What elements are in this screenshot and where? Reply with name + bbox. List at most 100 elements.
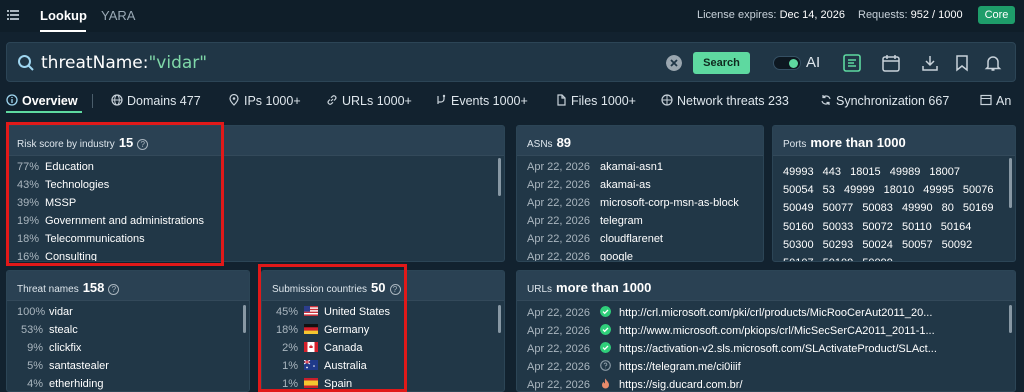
port-value[interactable]: 50049: [783, 202, 823, 214]
url-link[interactable]: https://activation-v2.sls.microsoft.com/…: [619, 343, 937, 355]
list-item[interactable]: 4% etherhiding: [17, 378, 103, 390]
port-value[interactable]: 50107: [783, 257, 823, 261]
url-link[interactable]: https://telegram.me/ci0iiif: [619, 361, 741, 373]
port-value[interactable]: 50077: [823, 202, 863, 214]
license-label: License expires:: [697, 9, 777, 21]
malicious-flame-icon: [602, 378, 609, 389]
menu-icon[interactable]: [7, 9, 19, 21]
row-date: Apr 22, 2026: [527, 251, 590, 262]
port-value[interactable]: 49989: [890, 166, 930, 178]
port-value[interactable]: 50083: [862, 202, 902, 214]
port-value[interactable]: 50169: [963, 202, 994, 214]
row-pct: 53%: [20, 324, 43, 336]
port-value[interactable]: 18010: [884, 184, 924, 196]
list-item[interactable]: Apr 22, 2026 cloudflarenet: [527, 233, 663, 245]
query-builder-icon[interactable]: [842, 53, 862, 73]
url-row[interactable]: Apr 22, 2026 https://activation-v2.sls.mi…: [527, 342, 937, 355]
tab-synchronization[interactable]: Synchronization 667: [820, 94, 949, 108]
port-value[interactable]: 50057: [902, 239, 942, 251]
url-link[interactable]: https://sig.ducard.com.br/: [619, 379, 743, 391]
port-value[interactable]: 49995: [923, 184, 963, 196]
port-value[interactable]: 80: [942, 202, 963, 214]
list-item[interactable]: Apr 22, 2026 telegram: [527, 215, 643, 227]
port-value[interactable]: 50300: [783, 239, 823, 251]
port-value[interactable]: 18015: [850, 166, 890, 178]
tab-an[interactable]: An: [980, 94, 1011, 108]
sync-icon: [821, 95, 831, 105]
port-value[interactable]: 50054: [783, 184, 823, 196]
list-item[interactable]: 100% vidar: [17, 306, 73, 318]
url-link[interactable]: http://www.microsoft.com/pkiops/crl/MicS…: [619, 325, 935, 337]
tab-overview[interactable]: Overview: [6, 94, 78, 108]
asns-panel-title: ASNs 89: [527, 135, 571, 150]
bell-icon[interactable]: [983, 53, 1003, 73]
port-value[interactable]: 443: [823, 166, 850, 178]
ports-list: 49993 443 18015 49989 18007 50054 53 499…: [783, 163, 998, 261]
bookmark-icon[interactable]: [952, 53, 972, 73]
scrollbar[interactable]: [498, 305, 501, 333]
list-item[interactable]: Apr 22, 2026 akamai-as: [527, 179, 651, 191]
plan-badge: Core: [978, 6, 1015, 24]
port-value[interactable]: 18007: [929, 166, 960, 178]
list-item[interactable]: Apr 22, 2026 akamai-asn1: [527, 161, 663, 173]
ai-label: AI: [806, 54, 821, 71]
tab-domains[interactable]: Domains 477: [111, 94, 201, 108]
ports-panel: Ports more than 1000 49993 443 18015 4998…: [772, 125, 1016, 262]
help-icon[interactable]: ?: [108, 284, 120, 295]
scrollbar[interactable]: [1009, 305, 1012, 333]
search-input[interactable]: threatName:"vidar": [41, 53, 207, 73]
search-button[interactable]: Search: [693, 52, 750, 74]
tab-ips-label: IPs 1000+: [244, 94, 301, 108]
list-item[interactable]: 9% clickfix: [17, 342, 81, 354]
port-value[interactable]: 50076: [963, 184, 994, 196]
tab-events[interactable]: Events 1000+: [435, 94, 528, 108]
list-item[interactable]: Apr 22, 2026 google: [527, 251, 634, 262]
port-value[interactable]: 49999: [844, 184, 884, 196]
tab-urls[interactable]: URLs 1000+: [326, 94, 412, 108]
port-value[interactable]: 50110: [902, 221, 941, 233]
port-value[interactable]: 49990: [902, 202, 942, 214]
port-value[interactable]: 50109: [823, 257, 863, 261]
port-value[interactable]: 50164: [941, 221, 972, 233]
tab-network-threats[interactable]: Network threats 233: [661, 94, 789, 108]
port-value[interactable]: 50092: [942, 239, 973, 251]
top-bar: Lookup YARA License expires: Dec 14, 202…: [0, 0, 1024, 32]
row-label: microsoft-corp-msn-as-block: [600, 197, 739, 209]
url-row[interactable]: Apr 22, 2026 https://sig.ducard.com.br/: [527, 378, 743, 391]
clear-icon[interactable]: [666, 55, 682, 71]
port-value[interactable]: 50033: [823, 221, 863, 233]
port-value[interactable]: 50024: [862, 239, 902, 251]
port-value[interactable]: 49993: [783, 166, 823, 178]
port-value[interactable]: 50293: [823, 239, 863, 251]
row-label: cloudflarenet: [600, 233, 663, 245]
requests-info: Requests: 952 / 1000: [858, 9, 963, 21]
download-icon[interactable]: [920, 53, 940, 73]
tab-yara[interactable]: YARA: [101, 8, 135, 23]
url-link[interactable]: http://crl.microsoft.com/pki/crl/product…: [619, 307, 932, 319]
port-value[interactable]: 53: [823, 184, 844, 196]
tab-files[interactable]: Files 1000+: [555, 94, 636, 108]
url-row[interactable]: Apr 22, 2026 http://www.microsoft.com/pki…: [527, 324, 935, 337]
url-row[interactable]: Apr 22, 2026 http://crl.microsoft.com/pki…: [527, 306, 932, 319]
row-label: akamai-as: [600, 179, 651, 191]
row-label: google: [600, 251, 634, 262]
asns-title: ASNs: [527, 139, 553, 150]
globe-icon: [111, 94, 123, 106]
tab-domains-label: Domains 477: [127, 94, 201, 108]
list-item[interactable]: Apr 22, 2026 microsoft-corp-msn-as-block: [527, 197, 739, 209]
scrollbar[interactable]: [498, 158, 501, 196]
ai-toggle[interactable]: [773, 56, 801, 70]
scrollbar[interactable]: [243, 305, 246, 333]
port-value[interactable]: 50099: [862, 257, 893, 261]
tab-lookup-underline: [40, 30, 86, 32]
list-item[interactable]: 5% santastealer: [17, 360, 109, 372]
calendar-icon[interactable]: [881, 53, 901, 73]
tab-lookup[interactable]: Lookup: [40, 8, 87, 23]
list-item[interactable]: 53% stealc: [17, 324, 78, 336]
port-value[interactable]: 50072: [862, 221, 902, 233]
url-row[interactable]: Apr 22, 2026 https://telegram.me/ci0iiif: [527, 360, 741, 373]
scrollbar[interactable]: [1009, 158, 1012, 208]
tab-ips[interactable]: IPs 1000+: [228, 94, 301, 108]
port-value[interactable]: 50160: [783, 221, 823, 233]
threat-names-panel-header: Threat names 158?: [7, 271, 249, 301]
